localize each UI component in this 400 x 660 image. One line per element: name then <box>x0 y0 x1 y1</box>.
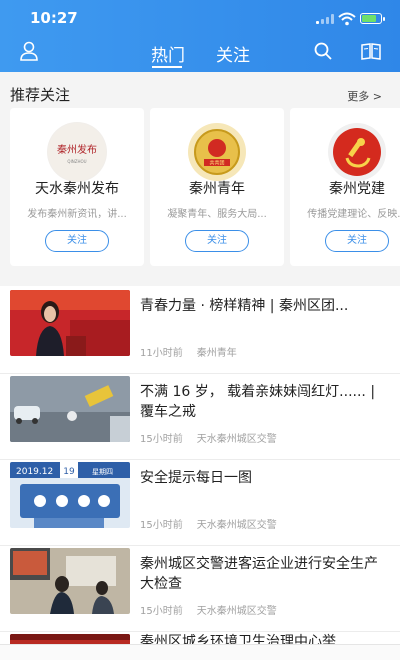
news-thumbnail <box>10 548 130 614</box>
news-item[interactable]: 秦州城区交警进客运企业进行安全生产大检查 15小时前 天水秦州城区交警 <box>0 546 400 632</box>
news-item[interactable]: 青春力量 · 榜样精神 | 秦州区团... 11小时前 秦州青年 <box>0 288 400 374</box>
qinzhou-release-logo: 秦州发布 QINZHOU <box>47 122 107 182</box>
news-thumbnail: 2019.12 19 星期四 <box>10 462 130 528</box>
news-time: 11小时前 <box>140 348 183 359</box>
news-meta: 15小时前 天水秦州城区交警 <box>140 602 277 617</box>
recommend-card[interactable]: 秦州发布 QINZHOU 天水秦州发布 发布秦州新资讯，讲... 关注 <box>10 108 144 266</box>
news-title[interactable]: 秦州城区交警进客运企业进行安全生产大检查 <box>140 554 388 594</box>
news-source: 天水秦州城区交警 <box>196 520 277 531</box>
battery-icon <box>360 13 385 24</box>
news-meta: 15小时前 天水秦州城区交警 <box>140 430 277 445</box>
tab-active-indicator <box>152 66 182 68</box>
status-time: 10:27 <box>30 9 78 27</box>
news-title[interactable]: 青春力量 · 榜样精神 | 秦州区团... <box>140 296 388 316</box>
svg-text:共青团: 共青团 <box>209 160 224 167</box>
news-item[interactable]: 不满 16 岁， 载着亲妹妹闯红灯...... | 覆车之戒 15小时前 天水秦州… <box>0 374 400 460</box>
tab-hot[interactable]: 热门 <box>151 41 185 66</box>
news-item[interactable]: 2019.12 19 星期四 安全提示每日一图 15小时前 天水秦州城区交警 <box>0 460 400 546</box>
section-divider <box>0 278 400 286</box>
svg-text:2019.12: 2019.12 <box>16 467 53 477</box>
recommend-carousel[interactable]: 秦州发布 QINZHOU 天水秦州发布 发布秦州新资讯，讲... 关注 共青团 … <box>0 108 400 278</box>
news-title[interactable]: 不满 16 岁， 载着亲妹妹闯红灯...... | 覆车之戒 <box>140 382 388 422</box>
recommend-card-name: 秦州青年 <box>189 181 245 197</box>
news-source: 天水秦州城区交警 <box>196 434 277 445</box>
news-source: 秦州青年 <box>196 348 237 359</box>
recommend-card-name: 天水秦州发布 <box>35 181 119 197</box>
news-time: 15小时前 <box>140 606 183 617</box>
book-icon[interactable] <box>360 40 382 62</box>
follow-button[interactable]: 关注 <box>45 230 109 252</box>
signal-icon <box>316 14 336 24</box>
recommend-card-desc: 凝聚青年、服务大局... <box>167 209 267 220</box>
recommend-card-name: 秦州党建 <box>329 181 385 197</box>
recommend-card[interactable]: 秦州党建 传播党建理论、反映... 关注 <box>290 108 400 266</box>
user-icon[interactable] <box>18 40 40 62</box>
status-bar: 10:27 <box>0 0 400 34</box>
follow-button[interactable]: 关注 <box>325 230 389 252</box>
svg-text:QINZHOU: QINZHOU <box>67 159 86 164</box>
wifi-icon <box>338 12 356 26</box>
recommend-card-desc: 传播党建理论、反映... <box>307 209 400 220</box>
search-icon[interactable] <box>312 40 334 62</box>
tab-follow[interactable]: 关注 <box>216 41 250 66</box>
recommend-title: 推荐关注 <box>10 86 71 104</box>
svg-text:秦州发布: 秦州发布 <box>57 143 97 156</box>
news-thumbnail <box>10 376 130 442</box>
bottom-tab-bar <box>0 644 400 660</box>
svg-text:19: 19 <box>63 467 75 477</box>
news-source: 天水秦州城区交警 <box>196 606 277 617</box>
news-meta: 11小时前 秦州青年 <box>140 344 237 359</box>
app-header: 10:27 热门 关注 <box>0 0 400 72</box>
news-thumbnail <box>10 290 130 356</box>
party-emblem-logo <box>327 122 387 182</box>
recommend-card-desc: 发布秦州新资讯，讲... <box>27 209 127 220</box>
svg-text:星期四: 星期四 <box>92 468 113 476</box>
more-link[interactable]: 更多 > <box>347 88 382 104</box>
news-time: 15小时前 <box>140 434 183 445</box>
follow-button[interactable]: 关注 <box>185 230 249 252</box>
news-title[interactable]: 安全提示每日一图 <box>140 468 388 488</box>
recommend-card[interactable]: 共青团 秦州青年 凝聚青年、服务大局... 关注 <box>150 108 284 266</box>
news-meta: 15小时前 天水秦州城区交警 <box>140 516 277 531</box>
news-time: 15小时前 <box>140 520 183 531</box>
youth-league-logo: 共青团 <box>187 122 247 182</box>
